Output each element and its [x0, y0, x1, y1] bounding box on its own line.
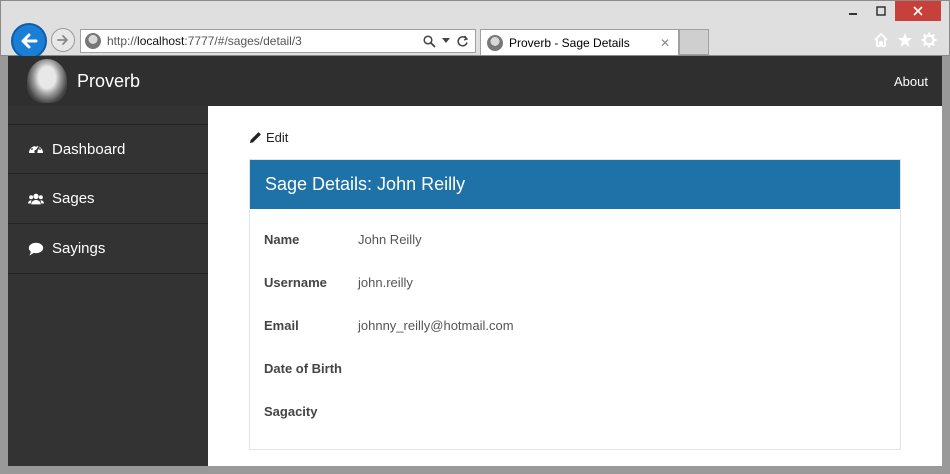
field-label: Date of Birth [264, 361, 342, 376]
close-window-button[interactable] [895, 1, 941, 21]
logo-bust-image[interactable] [27, 59, 67, 103]
browser-tab[interactable]: Proverb - Sage Details ✕ [480, 29, 679, 55]
maximize-icon [876, 6, 886, 16]
close-icon [913, 6, 923, 16]
browser-chrome: http://localhost:7777/#/sages/detail/3 P… [0, 0, 950, 59]
field-value: John Reilly [358, 232, 422, 247]
forward-arrow-icon [57, 35, 68, 45]
users-icon [28, 191, 44, 207]
sage-details-panel: Sage Details: John Reilly Name John Reil… [249, 159, 901, 450]
browser-tools [873, 32, 937, 48]
address-bar[interactable]: http://localhost:7777/#/sages/detail/3 [80, 29, 476, 53]
detail-row-date-of-birth: Date of Birth [250, 347, 900, 390]
tab-title: Proverb - Sage Details [509, 35, 630, 50]
new-tab-button[interactable] [679, 29, 709, 55]
url-text: http://localhost:7777/#/sages/detail/3 [107, 34, 302, 48]
search-icon[interactable] [423, 34, 436, 48]
address-bar-actions [423, 34, 475, 48]
sidebar: Dashboard Sages Sayings [8, 106, 208, 466]
dashboard-icon [28, 141, 44, 157]
field-label: Name [264, 232, 300, 247]
about-link[interactable]: About [894, 74, 928, 89]
field-value: john.reilly [358, 275, 413, 290]
tab-close-icon[interactable]: ✕ [660, 36, 670, 50]
sidebar-item-sages[interactable]: Sages [8, 174, 208, 224]
back-button[interactable] [11, 23, 47, 59]
detail-row-username: Username john.reilly [250, 261, 900, 304]
field-label: Sagacity [264, 404, 318, 419]
brand-title[interactable]: Proverb [77, 71, 140, 92]
sidebar-item-label: Sages [52, 190, 95, 207]
home-icon[interactable] [873, 32, 889, 48]
detail-rows: Name John Reilly Username john.reilly Em… [250, 209, 900, 433]
top-navbar: Proverb About [8, 56, 942, 106]
sidebar-item-sayings[interactable]: Sayings [8, 224, 208, 274]
pencil-icon [250, 132, 261, 143]
field-label: Username [264, 275, 327, 290]
maximize-button[interactable] [867, 1, 895, 21]
panel-title: Sage Details: John Reilly [250, 160, 900, 209]
detail-row-name: Name John Reilly [250, 218, 900, 261]
sidebar-item-dashboard[interactable]: Dashboard [8, 124, 208, 174]
detail-row-sagacity: Sagacity [250, 390, 900, 433]
tab-favicon-icon [487, 34, 503, 51]
back-arrow-icon [21, 33, 38, 49]
site-favicon-icon [85, 33, 101, 49]
forward-button[interactable] [51, 28, 75, 52]
star-icon[interactable] [897, 32, 913, 48]
refresh-icon[interactable] [456, 35, 469, 48]
edit-label: Edit [266, 130, 289, 145]
comment-icon [28, 241, 44, 257]
dropdown-icon[interactable] [442, 38, 450, 44]
window-controls [839, 1, 941, 23]
field-label: Email [264, 318, 299, 333]
app-viewport: Proverb About Dashboard Sages Sayings Ed… [8, 56, 942, 466]
sidebar-item-label: Sayings [52, 240, 106, 257]
minimize-button[interactable] [839, 1, 867, 21]
detail-row-email: Email johnny_reilly@hotmail.com [250, 304, 900, 347]
gear-icon[interactable] [921, 32, 937, 48]
field-value: johnny_reilly@hotmail.com [358, 318, 514, 333]
sidebar-item-label: Dashboard [52, 140, 126, 158]
main-content: Edit Sage Details: John Reilly Name John… [208, 106, 942, 466]
edit-button[interactable]: Edit [249, 130, 288, 145]
minimize-icon [849, 13, 857, 15]
